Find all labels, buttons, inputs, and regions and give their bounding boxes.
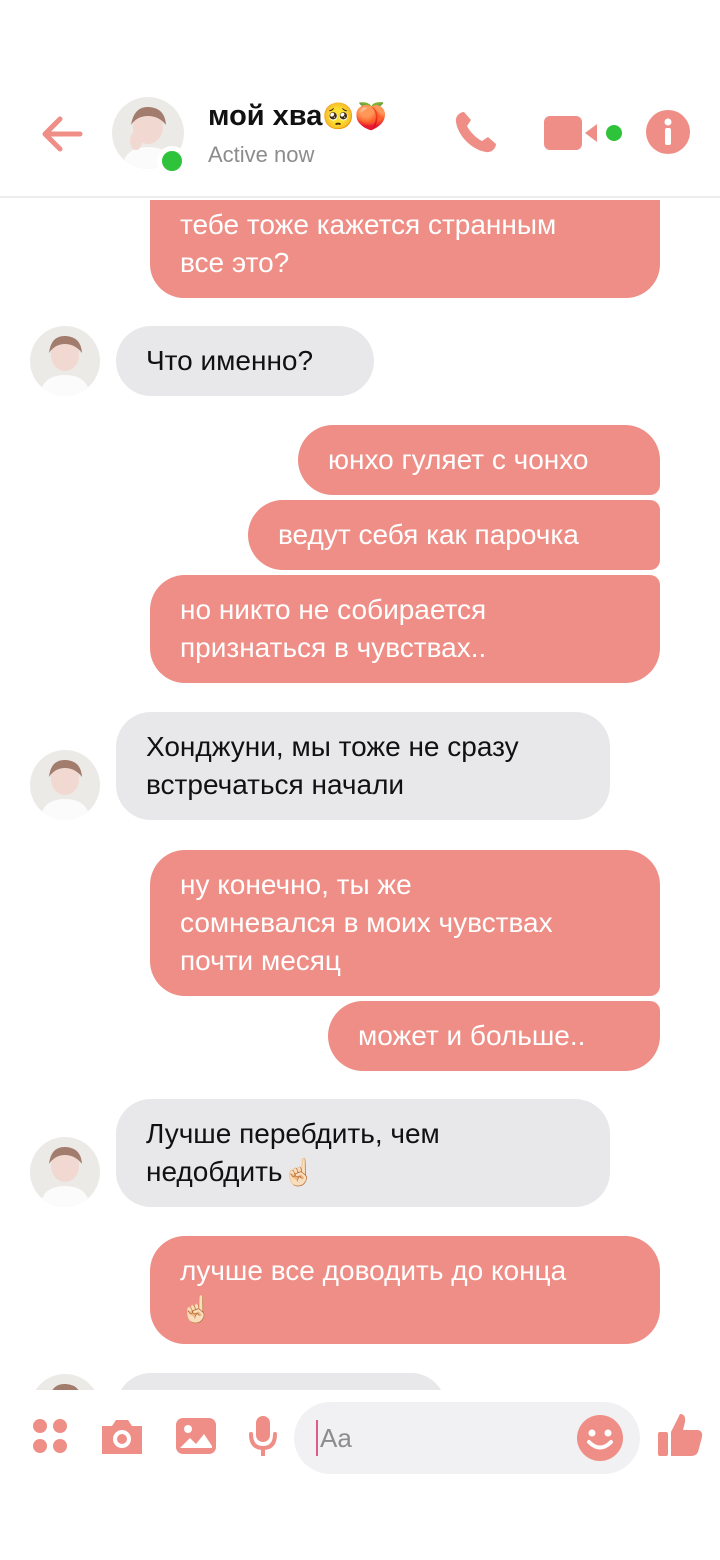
gallery-icon[interactable]	[174, 1416, 218, 1456]
contact-avatar-small[interactable]	[30, 326, 100, 396]
message-outgoing[interactable]: юнхо гуляет с чонхо	[298, 425, 660, 495]
message-text: но никто не собирается признаться в чувс…	[180, 594, 487, 663]
message-text: юнхо гуляет с чонхо	[328, 444, 589, 475]
contact-name[interactable]: мой хва🥺🍑	[208, 100, 387, 133]
pointing-up-emoji: ☝🏻	[282, 1157, 315, 1187]
message-text: Что именно?	[146, 345, 314, 376]
thumbs-up-icon[interactable]	[656, 1410, 704, 1458]
message-text: Лучше перебдить, чем недобдить☝🏻	[146, 1115, 440, 1191]
message-list[interactable]: тебе тоже кажется странным все это? Что …	[0, 200, 720, 1390]
message-text: может и больше..	[358, 1020, 586, 1051]
pointing-up-emoji: ☝🏻	[180, 1294, 213, 1324]
active-status: Active now	[208, 142, 315, 167]
message-text: ведут себя как парочка	[278, 519, 579, 550]
message-incoming[interactable]: Что именно?	[116, 326, 374, 396]
contact-name-emojis: 🥺🍑	[322, 101, 388, 131]
message-outgoing[interactable]: ведут себя как парочка	[248, 500, 660, 570]
message-text: Хонджуни, мы тоже не сразу встречаться н…	[146, 731, 519, 800]
message-input-placeholder: Aa	[320, 1423, 352, 1453]
contact-avatar-small[interactable]	[30, 1374, 100, 1390]
back-arrow-icon[interactable]	[36, 108, 88, 160]
message-incoming-partial[interactable]	[116, 1373, 446, 1390]
message-composer: Aa	[0, 1390, 720, 1560]
message-incoming[interactable]: Хонджуни, мы тоже не сразу встречаться н…	[116, 712, 610, 820]
emoji-icon[interactable]	[576, 1414, 624, 1462]
message-outgoing[interactable]: но никто не собирается признаться в чувс…	[150, 575, 660, 683]
message-outgoing[interactable]: ну конечно, ты же сомневался в моих чувс…	[150, 850, 660, 996]
message-input[interactable]: Aa	[294, 1402, 640, 1474]
chat-header: мой хва🥺🍑 Active now	[0, 0, 720, 198]
message-outgoing[interactable]: может и больше..	[328, 1001, 660, 1071]
microphone-icon[interactable]	[248, 1414, 278, 1458]
contact-name-text: мой хва	[208, 100, 323, 132]
contact-avatar-small[interactable]	[30, 1137, 100, 1207]
message-incoming[interactable]: Лучше перебдить, чем недобдить☝🏻	[116, 1099, 610, 1207]
message-text-body: лучше все доводить до конца	[180, 1255, 567, 1286]
phone-call-icon[interactable]	[450, 106, 502, 158]
message-text: тебе тоже кажется странным все это?	[180, 209, 557, 278]
apps-icon[interactable]	[30, 1416, 70, 1456]
video-call-icon[interactable]	[544, 112, 624, 154]
info-icon[interactable]	[645, 109, 691, 155]
online-status-dot	[157, 146, 187, 176]
message-outgoing[interactable]: тебе тоже кажется странным все это?	[150, 200, 660, 298]
message-text: ну конечно, ты же сомневался в моих чувс…	[180, 869, 553, 976]
text-caret	[316, 1420, 318, 1456]
contact-avatar-small[interactable]	[30, 750, 100, 820]
message-outgoing[interactable]: лучше все доводить до конца ☝🏻	[150, 1236, 660, 1344]
message-text: лучше все доводить до конца ☝🏻	[180, 1252, 566, 1328]
camera-icon[interactable]	[98, 1416, 146, 1456]
